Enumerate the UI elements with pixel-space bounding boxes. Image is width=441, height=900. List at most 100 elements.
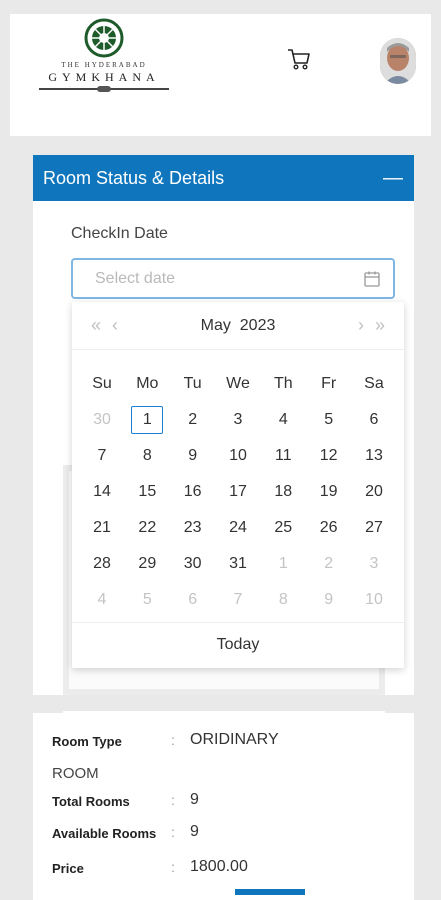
day-cell-today[interactable]: 1 — [131, 406, 164, 434]
calendar-year[interactable]: 2023 — [240, 317, 276, 334]
room-type-row: Room Type — [52, 733, 122, 749]
date-picker-popup: « ‹ May 2023 › » Su Mo Tu We Th Fr Sa 30… — [72, 302, 404, 668]
day-cell[interactable]: 6 — [358, 411, 390, 429]
panel-header[interactable]: Room Status & Details — — [33, 155, 414, 201]
weekday-label: Sa — [364, 375, 384, 392]
day-cell[interactable]: 3 — [358, 555, 390, 573]
available-rooms-value: 9 — [190, 823, 199, 840]
prev-month-button[interactable]: ‹ — [112, 315, 118, 335]
day-cell[interactable]: 23 — [177, 519, 209, 537]
day-cell[interactable]: 4 — [267, 411, 299, 429]
colon-separator: : — [171, 824, 175, 840]
panel-title: Room Status & Details — [43, 167, 225, 188]
today-button[interactable]: Today — [72, 622, 404, 668]
day-cell[interactable]: 11 — [267, 447, 299, 465]
day-cell[interactable]: 14 — [86, 483, 118, 501]
day-cell[interactable]: 27 — [358, 519, 390, 537]
avatar-icon — [380, 38, 416, 84]
day-cell[interactable]: 3 — [222, 411, 254, 429]
checkin-date-field[interactable] — [71, 258, 395, 299]
total-rooms-value: 9 — [190, 791, 199, 808]
day-cell[interactable]: 24 — [222, 519, 254, 537]
next-year-button[interactable]: » — [375, 315, 385, 335]
day-cell[interactable]: 19 — [313, 483, 345, 501]
logo-subtitle: THE HYDERABAD — [61, 61, 147, 69]
cart-icon[interactable] — [286, 46, 312, 72]
next-month-button[interactable]: › — [358, 315, 364, 335]
week-row: 4 5 6 7 8 9 10 — [86, 582, 390, 618]
total-rooms-label: Total Rooms — [52, 794, 130, 809]
user-avatar[interactable] — [380, 38, 416, 84]
day-cell[interactable]: 8 — [131, 447, 163, 465]
day-cell[interactable]: 7 — [222, 591, 254, 609]
day-cell[interactable]: 22 — [131, 519, 163, 537]
weekday-label: Mo — [136, 375, 159, 392]
day-cell[interactable]: 9 — [177, 447, 209, 465]
calendar-icon[interactable] — [363, 270, 381, 288]
day-cell[interactable]: 18 — [267, 483, 299, 501]
prev-year-button[interactable]: « — [91, 315, 101, 335]
price-value: 1800.00 — [190, 858, 248, 875]
app-header: THE HYDERABAD GYMKHANA — [10, 14, 431, 136]
day-cell[interactable]: 21 — [86, 519, 118, 537]
calendar-grid: Su Mo Tu We Th Fr Sa 30 1 2 3 4 5 6 7 8 … — [72, 350, 404, 618]
room-type-value-cont: ROOM — [52, 765, 99, 782]
available-rooms-label: Available Rooms — [52, 826, 157, 841]
checkin-date-label: CheckIn Date — [71, 225, 168, 242]
week-row: 14 15 16 17 18 19 20 — [86, 474, 390, 510]
logo-divider — [39, 86, 169, 92]
total-rooms-row: Total Rooms — [52, 793, 130, 809]
available-rooms-row: Available Rooms — [52, 825, 156, 841]
colon-separator: : — [171, 732, 175, 748]
calendar-month-year[interactable]: May 2023 — [201, 317, 276, 335]
calendar-month[interactable]: May — [201, 317, 231, 334]
book-button[interactable] — [235, 889, 305, 895]
day-cell[interactable]: 9 — [313, 591, 345, 609]
day-cell[interactable]: 29 — [131, 555, 163, 573]
day-cell[interactable]: 6 — [177, 591, 209, 609]
day-cell[interactable]: 5 — [313, 411, 345, 429]
day-cell[interactable]: 12 — [313, 447, 345, 465]
day-cell[interactable]: 31 — [222, 555, 254, 573]
checkin-date-input[interactable] — [95, 269, 363, 288]
gymkhana-logo[interactable]: THE HYDERABAD GYMKHANA — [38, 18, 170, 110]
day-cell[interactable]: 10 — [358, 591, 390, 609]
emblem-icon — [84, 18, 124, 58]
week-row: 21 22 23 24 25 26 27 — [86, 510, 390, 546]
weekday-label: We — [226, 375, 250, 392]
room-type-value: ORIDINARY — [190, 731, 279, 748]
day-cell[interactable]: 20 — [358, 483, 390, 501]
day-cell[interactable]: 16 — [177, 483, 209, 501]
day-cell[interactable]: 4 — [86, 591, 118, 609]
weekday-label: Th — [273, 375, 293, 392]
weekday-row: Su Mo Tu We Th Fr Sa — [86, 366, 390, 402]
day-cell[interactable]: 2 — [177, 411, 209, 429]
day-cell[interactable]: 7 — [86, 447, 118, 465]
day-cell[interactable]: 10 — [222, 447, 254, 465]
calendar-header: « ‹ May 2023 › » — [72, 302, 404, 350]
day-cell[interactable]: 28 — [86, 555, 118, 573]
colon-separator: : — [171, 792, 175, 808]
week-row: 30 1 2 3 4 5 6 — [86, 402, 390, 438]
weekday-label: Su — [92, 375, 112, 392]
day-cell[interactable]: 8 — [267, 591, 299, 609]
colon-separator: : — [171, 859, 175, 875]
collapse-button[interactable]: — — [382, 168, 404, 188]
price-label: Price — [52, 861, 84, 876]
day-cell[interactable]: 13 — [358, 447, 390, 465]
day-cell[interactable]: 5 — [131, 591, 163, 609]
day-cell[interactable]: 1 — [267, 555, 299, 573]
day-cell[interactable]: 26 — [313, 519, 345, 537]
price-row: Price — [52, 860, 84, 876]
day-cell[interactable]: 30 — [177, 555, 209, 573]
room-type-label: Room Type — [52, 734, 122, 749]
day-cell[interactable]: 2 — [313, 555, 345, 573]
day-cell[interactable]: 30 — [86, 411, 118, 429]
weekday-label: Tu — [183, 375, 202, 392]
week-row: 28 29 30 31 1 2 3 — [86, 546, 390, 582]
logo-title: GYMKHANA — [48, 70, 160, 84]
day-cell[interactable]: 25 — [267, 519, 299, 537]
day-cell[interactable]: 17 — [222, 483, 254, 501]
week-row: 7 8 9 10 11 12 13 — [86, 438, 390, 474]
day-cell[interactable]: 15 — [131, 483, 163, 501]
